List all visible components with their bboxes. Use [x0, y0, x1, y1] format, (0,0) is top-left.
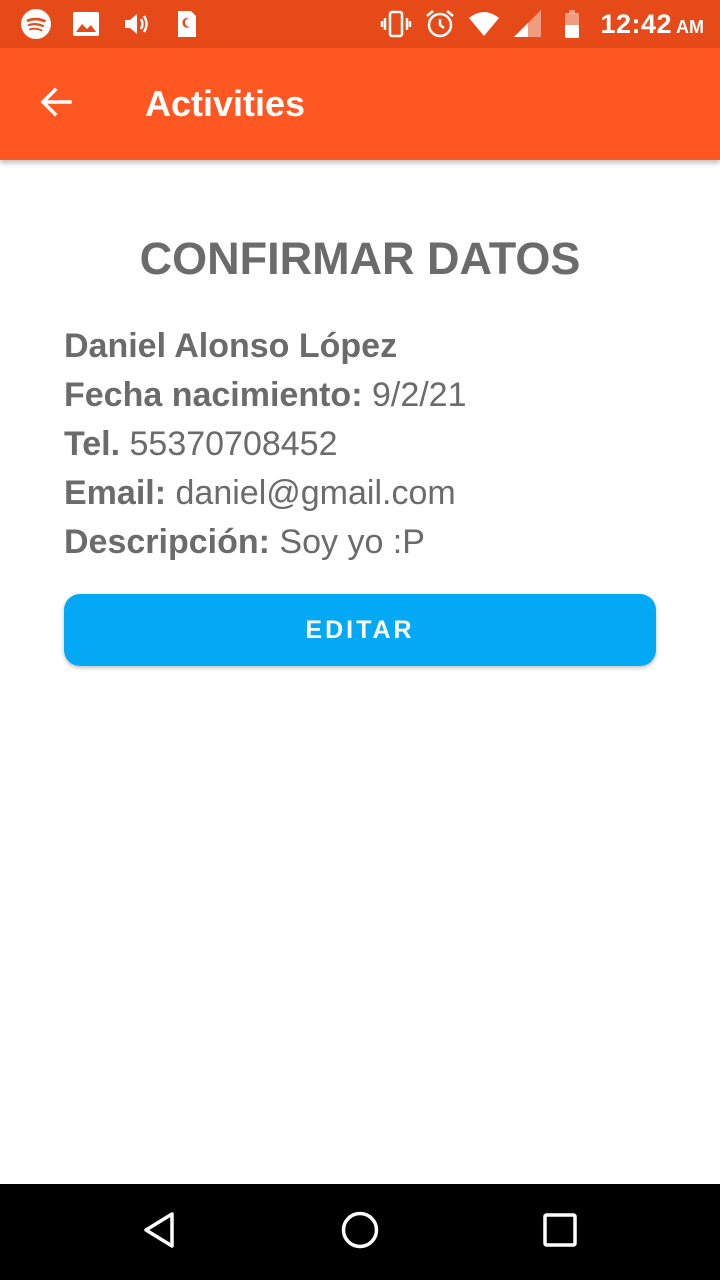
user-name: Daniel Alonso López — [64, 327, 398, 365]
arrow-left-icon — [38, 84, 74, 125]
status-bar-notifications — [20, 8, 202, 40]
user-info: Daniel Alonso López Fecha nacimiento: 9/… — [64, 322, 664, 567]
birth-date-row: Fecha nacimiento: 9/2/21 — [64, 371, 664, 420]
description-value: Soy yo :P — [279, 523, 425, 561]
app-bar: Activities — [0, 48, 720, 160]
nav-recents-icon — [540, 1210, 580, 1255]
status-ampm: AM — [676, 16, 704, 37]
volume-icon — [120, 8, 152, 40]
phone-row: Tel. 55370708452 — [64, 420, 664, 469]
nav-home-icon — [340, 1210, 380, 1255]
nav-back-icon — [140, 1210, 180, 1255]
phone-value: 55370708452 — [129, 425, 338, 463]
email-label: Email: — [64, 474, 167, 512]
nav-home-button[interactable] — [336, 1208, 384, 1256]
back-button[interactable] — [32, 80, 80, 128]
status-bar-system: 12:42 AM — [380, 8, 704, 40]
status-time: 12:42 — [600, 8, 672, 39]
nav-back-button[interactable] — [136, 1208, 184, 1256]
page-heading: CONFIRMAR DATOS — [139, 233, 581, 284]
battery-icon — [556, 8, 588, 40]
status-clock: 12:42 AM — [600, 9, 704, 40]
vibrate-icon — [380, 8, 412, 40]
alarm-icon — [424, 8, 456, 40]
signal-icon — [512, 8, 544, 40]
email-row: Email: daniel@gmail.com — [64, 469, 664, 518]
image-icon — [70, 8, 102, 40]
birth-date-value: 9/2/21 — [371, 376, 467, 414]
phone-label: Tel. — [64, 425, 121, 463]
spotify-icon — [20, 8, 52, 40]
user-name-row: Daniel Alonso López — [64, 322, 664, 371]
email-value: daniel@gmail.com — [175, 474, 456, 512]
nav-recents-button[interactable] — [536, 1208, 584, 1256]
edit-button[interactable]: EDITAR — [64, 594, 656, 666]
wifi-icon — [468, 8, 500, 40]
description-row: Descripción: Soy yo :P — [64, 518, 664, 567]
status-bar: 12:42 AM — [0, 0, 720, 48]
description-label: Descripción: — [64, 523, 270, 561]
navigation-bar — [0, 1184, 720, 1280]
app-title: Activities — [145, 83, 306, 124]
sim-icon — [170, 8, 202, 40]
birth-date-label: Fecha nacimiento: — [64, 376, 363, 414]
